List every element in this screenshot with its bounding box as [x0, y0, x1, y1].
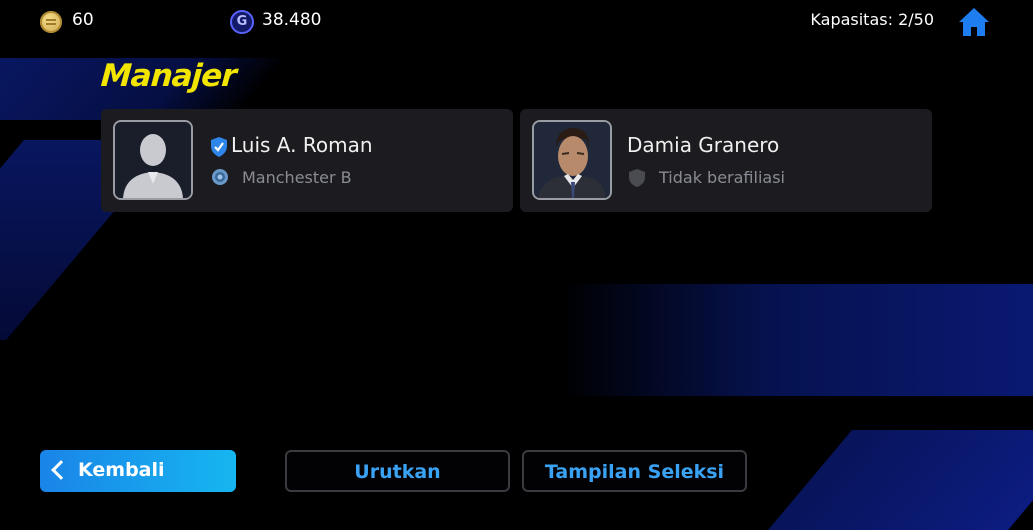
coin-icon: [40, 11, 62, 33]
silhouette-icon: [115, 122, 191, 198]
home-icon[interactable]: [957, 6, 991, 38]
page-title: Manajer: [99, 58, 237, 94]
back-button-label: Kembali: [78, 459, 165, 481]
manager-club: Manchester B: [242, 168, 352, 187]
unaffiliated-shield-icon: [629, 169, 645, 187]
coin-balance: 60: [72, 10, 94, 30]
manager-card[interactable]: Damia Granero Tidak berafiliasi: [520, 109, 932, 212]
top-bar: 60 G 38.480 Kapasitas: 2/50: [0, 0, 1033, 44]
manager-name: Luis A. Roman: [231, 133, 373, 157]
sort-button[interactable]: Urutkan: [285, 450, 510, 492]
gp-icon: G: [230, 10, 254, 34]
manager-portrait: [532, 120, 612, 200]
background-stripe: [768, 430, 1033, 530]
club-crest-icon: [212, 169, 228, 185]
manager-photo: [534, 122, 610, 198]
verified-shield-icon: [211, 137, 227, 157]
back-button[interactable]: Kembali: [40, 450, 236, 492]
manager-portrait: [113, 120, 193, 200]
chevron-left-icon: [51, 460, 71, 480]
capacity-text: Kapasitas: 2/50: [810, 10, 934, 29]
selection-view-button[interactable]: Tampilan Seleksi: [522, 450, 747, 492]
manager-club: Tidak berafiliasi: [659, 168, 785, 187]
gp-balance: 38.480: [262, 10, 322, 30]
manager-card[interactable]: Luis A. Roman Manchester B: [101, 109, 513, 212]
background-stripe: [560, 284, 1033, 396]
manager-name: Damia Granero: [627, 133, 780, 157]
